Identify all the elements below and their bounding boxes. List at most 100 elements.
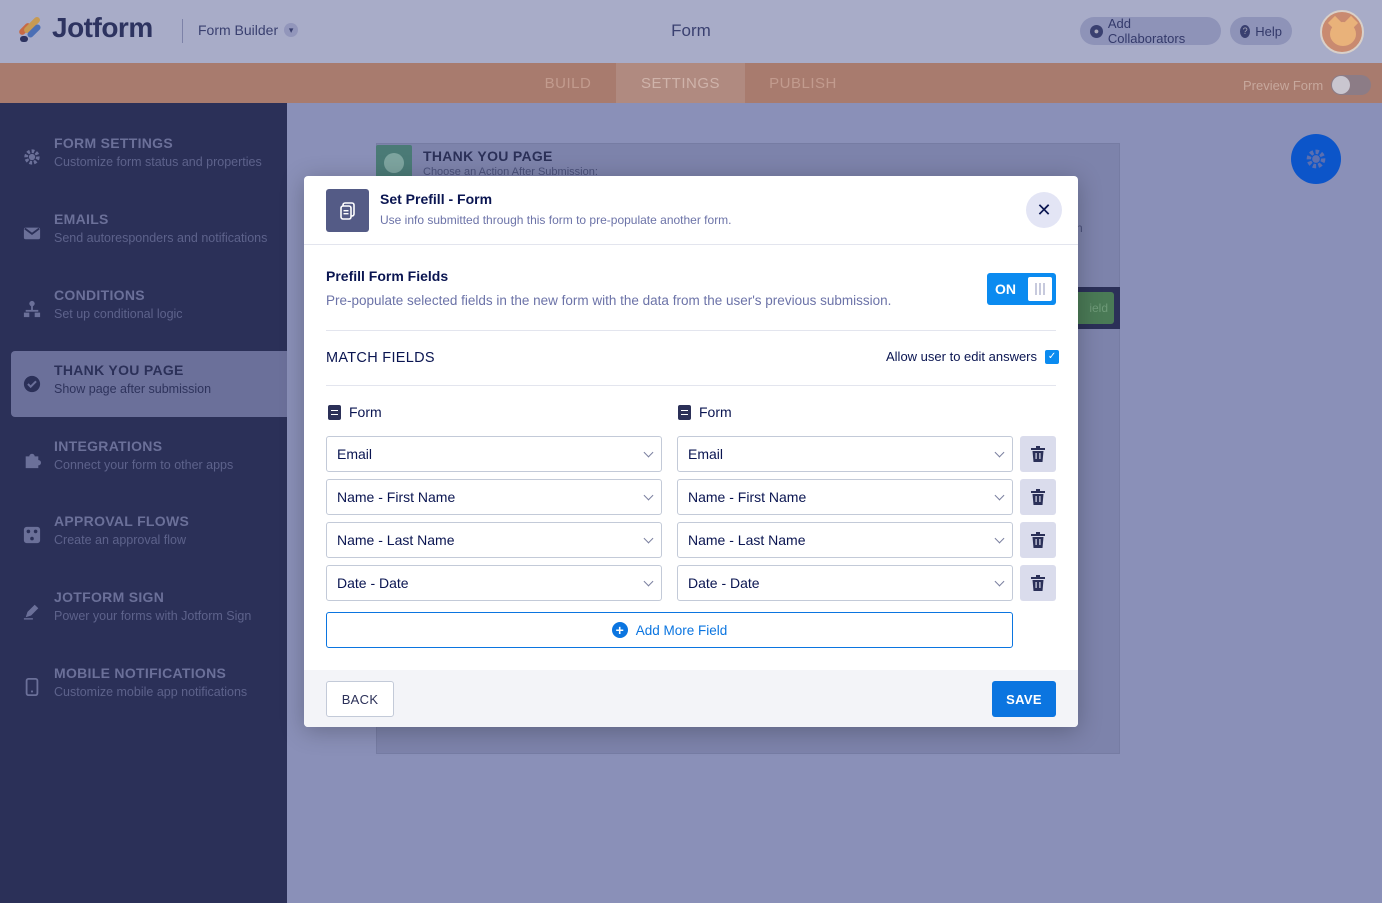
header-divider (182, 19, 183, 43)
target-field-select[interactable]: Name - Last Name (677, 522, 1013, 558)
allow-edit-checkbox[interactable]: ✓ (1045, 349, 1060, 364)
preview-form-toggle[interactable] (1331, 75, 1372, 95)
add-collaborators-button[interactable]: ● Add Collaborators (1080, 16, 1221, 46)
avatar[interactable] (1320, 10, 1364, 54)
target-field-select[interactable]: Name - First Name (677, 479, 1013, 515)
help-label: Help (1255, 23, 1282, 39)
sidebar-item-jotform-sign[interactable]: JOTFORM SIGN Power your forms with Jotfo… (11, 578, 287, 644)
target-form-label: Form (699, 404, 732, 420)
prefill-icon (326, 189, 369, 232)
sidebar-item-subtitle: Create an approval flow (54, 533, 187, 547)
target-field-value: Name - Last Name (688, 532, 806, 548)
sidebar-item-subtitle: Set up conditional logic (54, 307, 183, 321)
form-icon (328, 404, 341, 420)
source-field-value: Email (337, 446, 373, 462)
source-field-select[interactable]: Email (326, 436, 662, 472)
chevron-down-icon (994, 447, 1005, 458)
tab-publish[interactable]: PUBLISH (745, 63, 861, 103)
sidebar-item-subtitle: Show page after submission (54, 382, 212, 396)
chevron-down-icon (643, 576, 654, 587)
close-button[interactable]: ✕ (1026, 192, 1062, 228)
sidebar-item-thank-you-page[interactable]: THANK YOU PAGE Show page after submissio… (11, 351, 287, 417)
sidebar-item-title: CONDITIONS (54, 287, 145, 303)
plus-circle-icon: + (611, 622, 628, 638)
prefill-toggle[interactable]: ON (987, 273, 1056, 305)
envelope-icon (23, 227, 41, 240)
close-icon: ✕ (1036, 199, 1052, 220)
sidebar-item-title: MOBILE NOTIFICATIONS (54, 665, 227, 681)
gear-icon (1306, 149, 1326, 169)
mobile-icon (25, 678, 39, 696)
tab-build[interactable]: BUILD (520, 63, 616, 103)
conditions-icon (23, 300, 41, 318)
source-field-select[interactable]: Name - Last Name (326, 522, 662, 558)
delete-row-button[interactable] (1020, 479, 1056, 515)
target-field-value: Email (688, 446, 724, 462)
sidebar-item-title: APPROVAL FLOWS (54, 513, 190, 529)
form-builder-label: Form Builder (198, 22, 279, 38)
chevron-down-icon (643, 533, 654, 544)
target-field-select[interactable]: Email (677, 436, 1013, 472)
prefill-fields-description: Pre-populate selected fields in the new … (326, 293, 892, 308)
back-button[interactable]: BACK (326, 681, 394, 717)
pen-icon (23, 604, 39, 620)
source-field-value: Name - First Name (337, 489, 456, 505)
add-more-field-label: Add More Field (635, 622, 728, 638)
jotform-logo[interactable]: Jotform (16, 12, 153, 44)
save-button[interactable]: SAVE (992, 681, 1056, 717)
source-field-value: Name - Last Name (337, 532, 455, 548)
logo-text: Jotform (52, 12, 153, 43)
preview-form-label: Preview Form (1243, 77, 1324, 93)
modal-header: Set Prefill - Form Use info submitted th… (304, 176, 1078, 245)
check-circle-icon (23, 375, 41, 393)
chevron-down-icon (994, 490, 1005, 501)
delete-row-button[interactable] (1020, 436, 1056, 472)
sidebar-item-conditions[interactable]: CONDITIONS Set up conditional logic (11, 276, 287, 342)
modal-subtitle: Use info submitted through this form to … (380, 213, 732, 227)
source-field-select[interactable]: Name - First Name (326, 479, 662, 515)
tab-settings[interactable]: SETTINGS (616, 63, 745, 103)
sidebar-item-title: EMAILS (54, 211, 109, 227)
target-field-value: Name - First Name (688, 489, 807, 505)
help-icon: ? (1240, 24, 1251, 38)
add-collaborators-label: Add Collaborators (1107, 16, 1186, 46)
sidebar-item-title: INTEGRATIONS (54, 438, 163, 454)
modal-title: Set Prefill - Form (380, 191, 493, 207)
toggle-grip-icon (1028, 277, 1052, 301)
trash-icon (1031, 532, 1045, 548)
form-builder-dropdown[interactable]: Form Builder ▾ (198, 22, 299, 38)
sidebar-item-title: JOTFORM SIGN (54, 589, 165, 605)
settings-gear-button[interactable] (1291, 134, 1341, 184)
allow-edit-label: Allow user to edit answers (886, 349, 1038, 364)
target-form-column-header: Form (678, 404, 732, 420)
delete-row-button[interactable] (1020, 565, 1056, 601)
help-button[interactable]: ? Help (1230, 17, 1292, 45)
sidebar-item-subtitle: Customize form status and properties (54, 155, 262, 169)
trash-icon (1031, 489, 1045, 505)
source-form-column-header: Form (328, 404, 382, 420)
jotform-logo-icon (16, 12, 44, 44)
allow-edit-option: Allow user to edit answers ✓ (886, 349, 1060, 364)
add-more-field-button[interactable]: + Add More Field (326, 612, 1013, 648)
chevron-down-icon (994, 533, 1005, 544)
preview-form: Preview Form (1243, 75, 1372, 95)
thank-you-title: THANK YOU PAGE (423, 148, 553, 164)
sidebar-item-subtitle: Power your forms with Jotform Sign (54, 609, 252, 623)
sidebar-item-integrations[interactable]: INTEGRATIONS Connect your form to other … (11, 427, 287, 493)
sidebar-item-form-settings[interactable]: FORM SETTINGS Customize form status and … (11, 124, 287, 190)
sidebar-item-mobile-notifications[interactable]: MOBILE NOTIFICATIONS Customize mobile ap… (11, 654, 287, 720)
sidebar-item-subtitle: Customize mobile app notifications (54, 685, 248, 699)
target-field-value: Date - Date (688, 575, 760, 591)
target-field-select[interactable]: Date - Date (677, 565, 1013, 601)
toggle-label: ON (995, 281, 1016, 297)
sidebar-item-approval-flows[interactable]: APPROVAL FLOWS Create an approval flow (11, 502, 287, 568)
source-field-select[interactable]: Date - Date (326, 565, 662, 601)
prefill-fields-title: Prefill Form Fields (326, 268, 449, 284)
approval-icon (23, 526, 41, 544)
trash-icon (1031, 446, 1045, 462)
chevron-down-icon (994, 576, 1005, 587)
delete-row-button[interactable] (1020, 522, 1056, 558)
sidebar-item-emails[interactable]: EMAILS Send autoresponders and notificat… (11, 200, 287, 266)
divider (326, 330, 1056, 331)
source-field-value: Date - Date (337, 575, 409, 591)
